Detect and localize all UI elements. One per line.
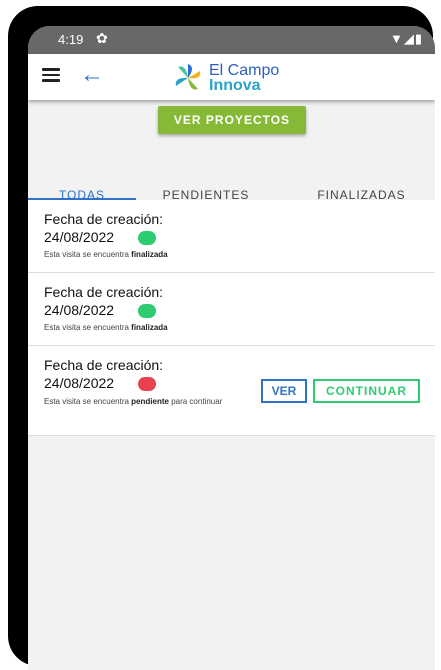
visit-date-label: Fecha de creación: — [44, 211, 164, 227]
visit-status-note: Esta visita se encuentra finalizada — [44, 323, 168, 332]
logo-text: El Campo Innova — [209, 62, 280, 94]
view-projects-button[interactable]: VER PROYECTOS — [158, 106, 306, 134]
menu-icon[interactable] — [42, 68, 60, 82]
phone-frame: 4:19 ✿ ▼◢▮ ← El Campo Innova VER PROYECT… — [8, 6, 435, 670]
visit-date: 24/08/2022 — [44, 229, 115, 245]
visit-date-label: Fecha de creación: — [44, 284, 164, 300]
visit-status-note: Esta visita se encuentra pendiente para … — [44, 397, 223, 406]
logo-pinwheel-icon — [175, 64, 201, 90]
status-dot-green — [138, 304, 156, 318]
status-dot-green — [138, 231, 156, 245]
visit-list: Fecha de creación: 24/08/2022 Esta visit… — [28, 200, 435, 436]
continue-visit-button[interactable]: CONTINUAR — [313, 379, 420, 403]
logo: El Campo Innova — [171, 58, 279, 98]
status-time: 4:19 — [58, 32, 84, 47]
visit-date: 24/08/2022 — [44, 375, 115, 391]
signal-battery-icons: ▼◢▮ — [389, 31, 423, 46]
visit-item[interactable]: Fecha de creación: 24/08/2022 Esta visit… — [28, 346, 435, 436]
visit-item[interactable]: Fecha de creación: 24/08/2022 Esta visit… — [28, 273, 435, 346]
screen: 4:19 ✿ ▼◢▮ ← El Campo Innova VER PROYECT… — [28, 26, 435, 670]
logo-line2: Innova — [209, 77, 261, 94]
visit-item[interactable]: Fecha de creación: 24/08/2022 Esta visit… — [28, 200, 435, 273]
status-dot-red — [138, 377, 156, 391]
app-bar: ← El Campo Innova — [28, 54, 435, 100]
status-bar: 4:19 ✿ ▼◢▮ — [28, 26, 435, 54]
back-arrow-icon[interactable]: ← — [80, 61, 104, 89]
logo-line1: El Campo — [209, 62, 280, 79]
visit-status-note: Esta visita se encuentra finalizada — [44, 250, 168, 259]
view-visit-button[interactable]: VER — [261, 379, 307, 403]
visit-date: 24/08/2022 — [44, 302, 115, 318]
gear-icon: ✿ — [96, 30, 108, 46]
visit-date-label: Fecha de creación: — [44, 357, 164, 373]
